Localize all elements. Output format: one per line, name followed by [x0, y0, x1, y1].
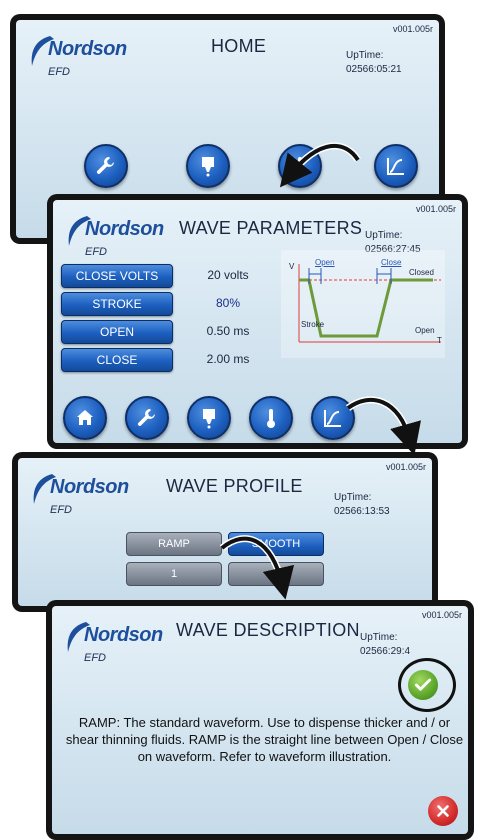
- wrench-icon: [137, 409, 155, 426]
- uptime-label: UpTime:: [360, 632, 398, 643]
- axis-v-label: V: [289, 262, 295, 271]
- uptime-value: 02566:29:4: [360, 646, 411, 657]
- page-title: WAVE PARAMETERS: [179, 218, 363, 238]
- logo-efd: EFD: [85, 246, 107, 258]
- temperature-button[interactable]: [278, 144, 322, 188]
- dispense-button[interactable]: [187, 396, 231, 440]
- wave-description-inner: Nordson EFD WAVE DESCRIPTION v001.005r U…: [52, 606, 468, 834]
- wave-profile-screen: Nordson EFD WAVE PROFILE v001.005r UpTim…: [12, 452, 438, 612]
- closed-label: Closed: [409, 268, 434, 277]
- uptime-label: UpTime:: [334, 492, 372, 503]
- open-button[interactable]: OPEN: [61, 320, 173, 344]
- open-marker-label: Open: [315, 258, 335, 267]
- profile-value-2[interactable]: [228, 562, 324, 586]
- waveform-diagram-lines: [298, 264, 441, 343]
- cancel-button[interactable]: [428, 796, 458, 826]
- logo-wordmark: Nordson: [48, 38, 127, 60]
- settings-button[interactable]: [84, 144, 128, 188]
- uptime-value: 02566:05:21: [346, 64, 402, 75]
- close-marker-label: Close: [381, 258, 402, 267]
- wrench-icon: [96, 157, 114, 174]
- logo-efd: EFD: [48, 66, 70, 78]
- logo-efd: EFD: [50, 504, 72, 516]
- smooth-option[interactable]: SMOOTH: [228, 532, 324, 556]
- uptime-value: 02566:13:53: [334, 506, 390, 517]
- close-volts-button[interactable]: CLOSE VOLTS: [61, 264, 173, 288]
- waveform-icon: [324, 410, 341, 427]
- highlight-ring: [398, 658, 456, 712]
- uptime-label: UpTime:: [365, 230, 403, 241]
- page-title: WAVE DESCRIPTION: [176, 620, 360, 640]
- wave-description-text: RAMP: The standard waveform. Use to disp…: [65, 715, 464, 764]
- stroke-label: Stroke: [301, 320, 325, 329]
- waveform-button[interactable]: [311, 396, 355, 440]
- logo-wordmark: Nordson: [84, 624, 163, 646]
- version-label: v001.005r: [392, 24, 433, 34]
- profile-value-1[interactable]: 1: [126, 562, 222, 586]
- stroke-button[interactable]: STROKE: [61, 292, 173, 316]
- page-title: HOME: [211, 36, 267, 56]
- version-label: v001.005r: [421, 610, 462, 620]
- dispenser-icon: [202, 157, 214, 177]
- close-volts-value: 20 volts: [207, 268, 249, 282]
- logo-wordmark: Nordson: [85, 218, 164, 240]
- close-button[interactable]: CLOSE: [61, 348, 173, 372]
- axis-t-label: T: [437, 336, 442, 345]
- waveform-button[interactable]: [374, 144, 418, 188]
- version-label: v001.005r: [385, 462, 426, 472]
- uptime-label: UpTime:: [346, 50, 384, 61]
- close-value: 2.00 ms: [206, 352, 250, 366]
- wave-profile-inner: Nordson EFD WAVE PROFILE v001.005r UpTim…: [18, 458, 432, 606]
- close-icon: [437, 805, 449, 817]
- stroke-value: 80%: [215, 296, 241, 310]
- open-value: 0.50 ms: [206, 324, 250, 338]
- dispense-button[interactable]: [186, 144, 230, 188]
- thermometer-icon: [267, 409, 275, 428]
- ramp-option[interactable]: RAMP: [126, 532, 222, 556]
- thermometer-icon: [296, 157, 304, 176]
- wave-parameters-inner: Nordson EFD WAVE PARAMETERS v001.005r Up…: [53, 200, 462, 443]
- waveform-icon: [387, 158, 404, 175]
- logo-efd: EFD: [84, 652, 106, 664]
- temperature-button[interactable]: [249, 396, 293, 440]
- wave-parameters-screen: Nordson EFD WAVE PARAMETERS v001.005r Up…: [47, 194, 468, 449]
- dispenser-icon: [203, 409, 215, 429]
- page-title: WAVE PROFILE: [166, 476, 303, 496]
- home-icon: [77, 410, 93, 425]
- settings-button[interactable]: [125, 396, 169, 440]
- home-button[interactable]: [63, 396, 107, 440]
- waveform-diagram: V T Open Close Closed Stroke Open: [281, 250, 445, 358]
- version-label: v001.005r: [415, 204, 456, 214]
- wave-description-screen: Nordson EFD WAVE DESCRIPTION v001.005r U…: [46, 600, 474, 840]
- logo-wordmark: Nordson: [50, 476, 129, 498]
- open-end-label: Open: [415, 326, 435, 335]
